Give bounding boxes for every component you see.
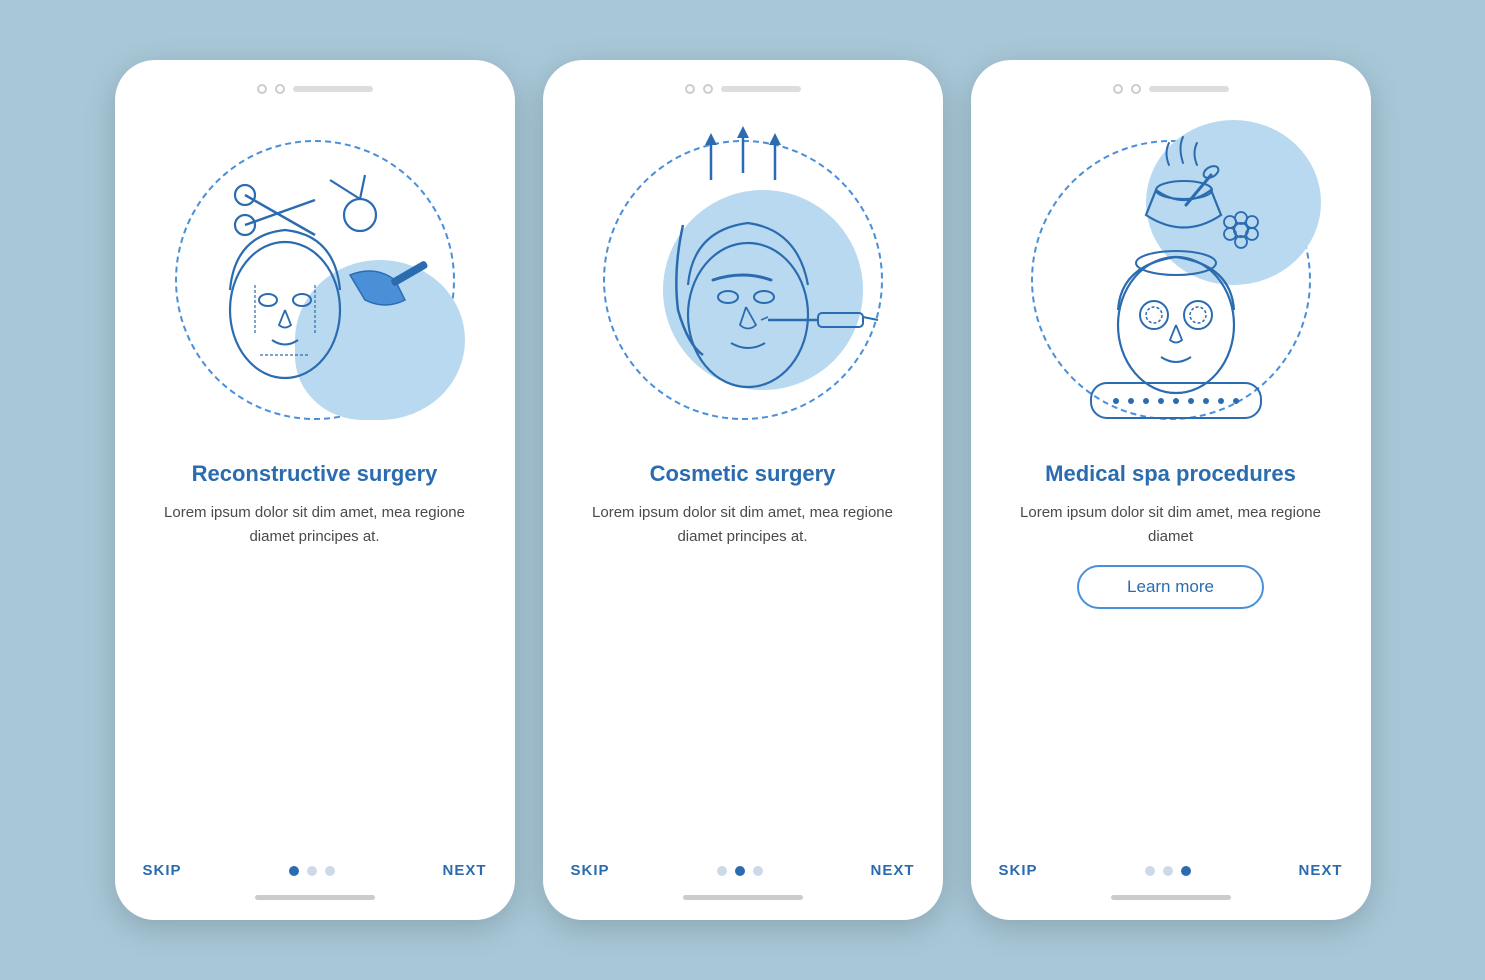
illustration-reconstructive <box>145 110 485 450</box>
phones-container: Reconstructive surgery Lorem ipsum dolor… <box>115 60 1371 920</box>
dot-1-3 <box>325 866 335 876</box>
text-area-2: Cosmetic surgery Lorem ipsum dolor sit d… <box>583 460 903 862</box>
status-dot-4 <box>703 84 713 94</box>
phone-bottom-2: SKIP NEXT <box>543 862 943 900</box>
phone-2: Cosmetic surgery Lorem ipsum dolor sit d… <box>543 60 943 920</box>
dot-3-1 <box>1145 866 1155 876</box>
text-area-3: Medical spa procedures Lorem ipsum dolor… <box>1011 460 1331 862</box>
status-dot-1 <box>257 84 267 94</box>
nav-row-1: SKIP NEXT <box>143 862 487 879</box>
status-bar-line-2 <box>721 86 801 92</box>
svg-spa <box>1021 125 1321 435</box>
card-body-1: Lorem ipsum dolor sit dim amet, mea regi… <box>155 501 475 549</box>
home-indicator-3 <box>1111 895 1231 900</box>
dots-row-2 <box>717 866 763 876</box>
status-dot-2 <box>275 84 285 94</box>
nav-row-3: SKIP NEXT <box>999 862 1343 879</box>
svg-reconstructive <box>165 125 465 435</box>
dot-2-2 <box>735 866 745 876</box>
dot-2-1 <box>717 866 727 876</box>
text-area-1: Reconstructive surgery Lorem ipsum dolor… <box>155 460 475 862</box>
status-bar-3 <box>1113 84 1229 94</box>
dots-row-3 <box>1145 866 1191 876</box>
status-dot-3 <box>685 84 695 94</box>
dots-row-1 <box>289 866 335 876</box>
dot-3-2 <box>1163 866 1173 876</box>
next-button-3[interactable]: NEXT <box>1298 862 1342 879</box>
home-indicator-2 <box>683 895 803 900</box>
dot-2-3 <box>753 866 763 876</box>
phone-3: Medical spa procedures Lorem ipsum dolor… <box>971 60 1371 920</box>
phone-1: Reconstructive surgery Lorem ipsum dolor… <box>115 60 515 920</box>
home-indicator-1 <box>255 895 375 900</box>
card-body-3: Lorem ipsum dolor sit dim amet, mea regi… <box>1011 501 1331 549</box>
status-bar-line <box>293 86 373 92</box>
card-title-2: Cosmetic surgery <box>650 460 836 489</box>
card-body-2: Lorem ipsum dolor sit dim amet, mea regi… <box>583 501 903 549</box>
card-title-1: Reconstructive surgery <box>192 460 438 489</box>
svg-cosmetic <box>593 125 893 435</box>
illustration-spa <box>1001 110 1341 450</box>
skip-button-1[interactable]: SKIP <box>143 862 182 879</box>
next-button-2[interactable]: NEXT <box>870 862 914 879</box>
status-dot-6 <box>1131 84 1141 94</box>
learn-more-button[interactable]: Learn more <box>1077 565 1264 609</box>
status-bar-1 <box>257 84 373 94</box>
skip-button-2[interactable]: SKIP <box>571 862 610 879</box>
phone-bottom-3: SKIP NEXT <box>971 862 1371 900</box>
nav-row-2: SKIP NEXT <box>571 862 915 879</box>
next-button-1[interactable]: NEXT <box>442 862 486 879</box>
dot-3-3 <box>1181 866 1191 876</box>
dot-1-1 <box>289 866 299 876</box>
status-dot-5 <box>1113 84 1123 94</box>
dot-1-2 <box>307 866 317 876</box>
card-title-3: Medical spa procedures <box>1045 460 1296 489</box>
status-bar-2 <box>685 84 801 94</box>
phone-bottom-1: SKIP NEXT <box>115 862 515 900</box>
status-bar-line-3 <box>1149 86 1229 92</box>
skip-button-3[interactable]: SKIP <box>999 862 1038 879</box>
illustration-cosmetic <box>573 110 913 450</box>
